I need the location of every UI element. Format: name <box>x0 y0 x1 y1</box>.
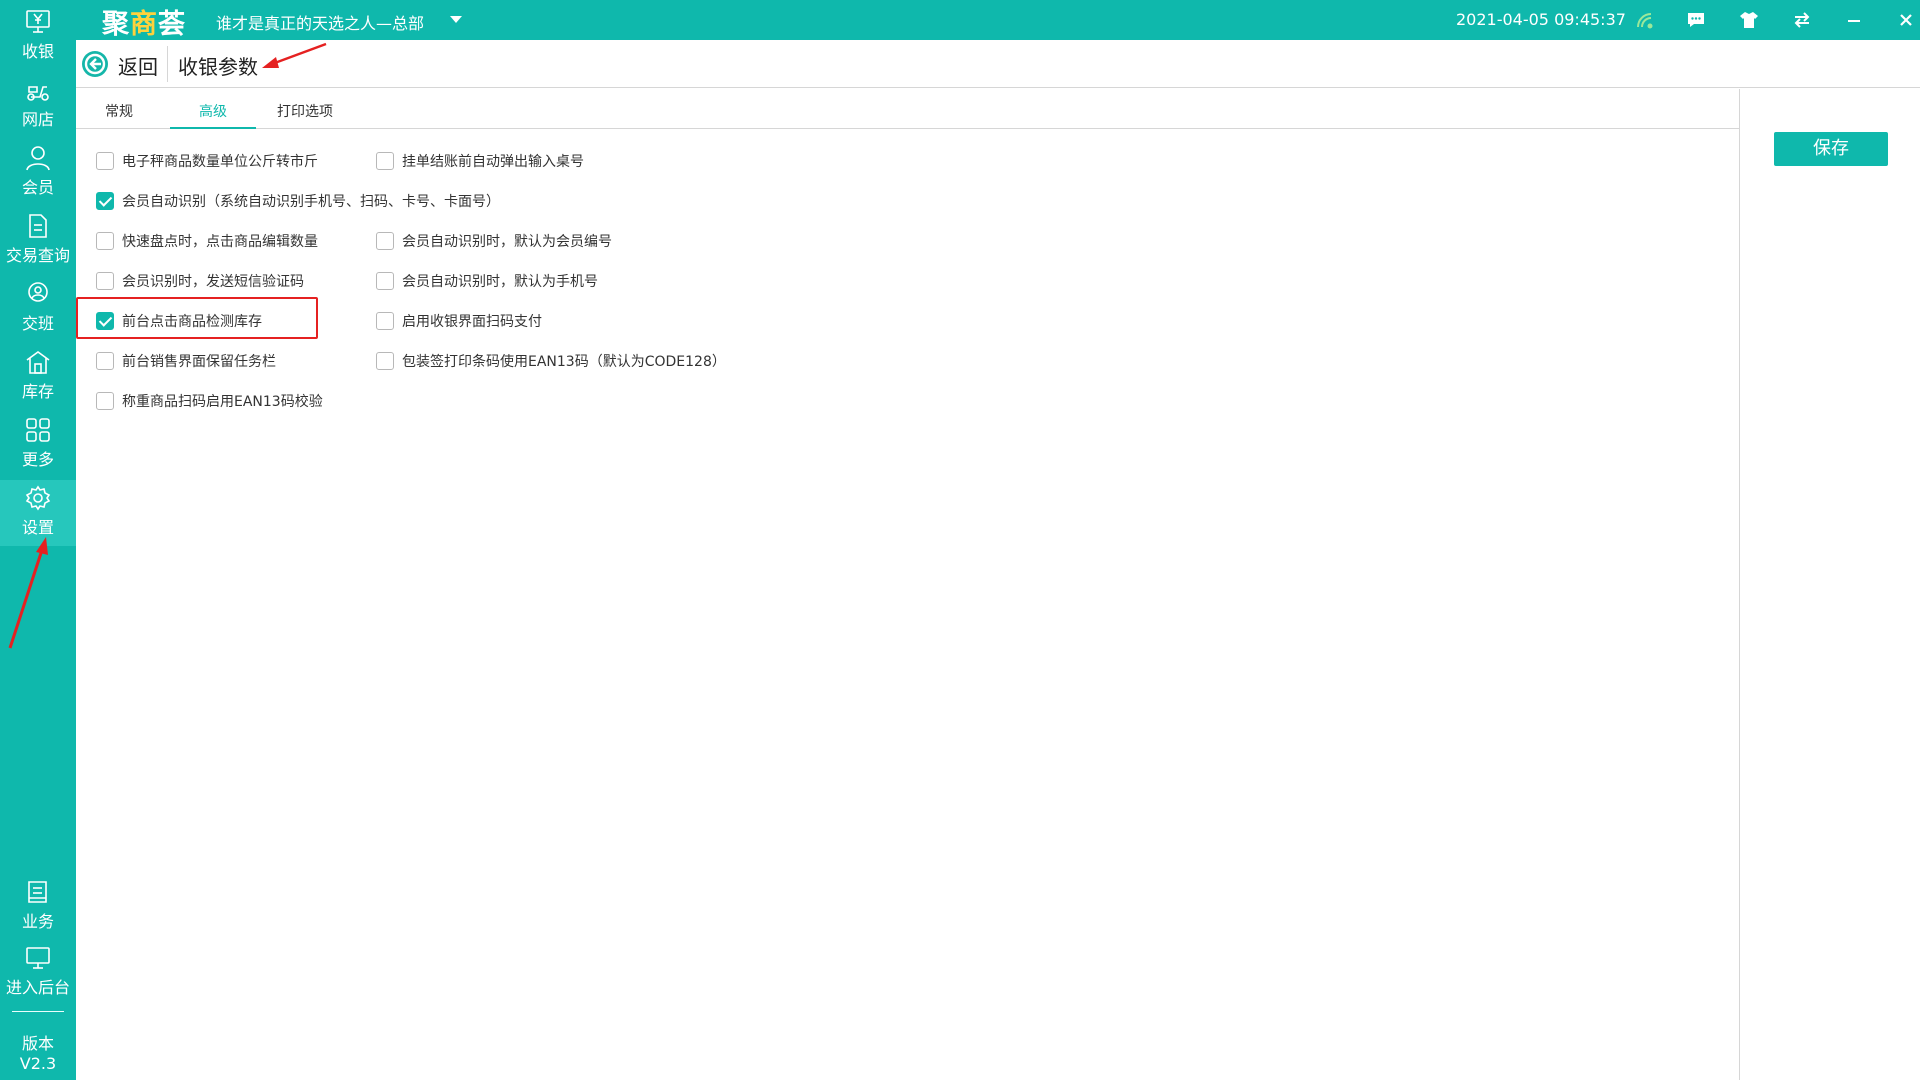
option-table-number[interactable]: 挂单结账前自动弹出输入桌号 <box>376 150 584 172</box>
sidebar-item-member[interactable]: 会员 <box>0 140 76 206</box>
option-label: 包装签打印条码使用EAN13码（默认为CODE128） <box>402 354 726 370</box>
warehouse-icon <box>26 351 50 374</box>
sidebar-item-backend[interactable]: 进入后台 <box>0 940 76 1006</box>
sidebar-item-label: 会员 <box>21 178 54 197</box>
option-scale-unit[interactable]: 电子秤商品数量单位公斤转市斤 <box>96 150 318 172</box>
option-package-ean13[interactable]: 包装签打印条码使用EAN13码（默认为CODE128） <box>376 350 726 372</box>
app-logo: 聚商荟 <box>102 9 186 40</box>
page-header: 返回 收银参数 <box>76 40 1920 88</box>
sidebar-divider <box>12 1011 64 1012</box>
checkbox[interactable] <box>376 312 394 330</box>
handover-icon <box>28 282 48 302</box>
switch-icon[interactable] <box>1790 8 1814 32</box>
wifi-icon <box>1632 8 1656 32</box>
checkbox[interactable] <box>96 152 114 170</box>
sidebar-item-business[interactable]: 业务 <box>0 874 76 940</box>
checkbox[interactable] <box>96 392 114 410</box>
message-icon[interactable] <box>1684 8 1708 32</box>
action-pane: 保存 <box>1739 89 1920 1080</box>
checkbox-checked[interactable] <box>96 192 114 210</box>
save-button[interactable]: 保存 <box>1774 132 1888 166</box>
grid-icon <box>26 418 50 442</box>
checkbox[interactable] <box>376 272 394 290</box>
sidebar-item-online-store[interactable]: 网店 <box>0 72 76 138</box>
sidebar-item-label: 更多 <box>21 450 54 469</box>
sidebar-item-handover[interactable]: 交班 <box>0 276 76 342</box>
sidebar-item-label: 库存 <box>21 382 54 401</box>
option-default-phone[interactable]: 会员自动识别时，默认为手机号 <box>376 270 598 292</box>
member-icon <box>26 146 50 171</box>
tab-advanced[interactable]: 高级 <box>170 101 256 129</box>
sidebar-item-more[interactable]: 更多 <box>0 412 76 478</box>
sidebar-item-cashier[interactable]: 收银 <box>0 4 76 70</box>
option-quick-stocktake[interactable]: 快速盘点时，点击商品编辑数量 <box>96 230 318 252</box>
option-label: 启用收银界面扫码支付 <box>402 314 542 330</box>
cashier-icon <box>26 10 50 33</box>
version-label: 版本 <box>21 1034 54 1053</box>
gear-icon <box>25 485 51 511</box>
option-scan-pay[interactable]: 启用收银界面扫码支付 <box>376 310 542 332</box>
minimize-icon[interactable] <box>1842 8 1866 32</box>
datetime-display: 2021-04-05 09:45:37 <box>1456 10 1626 29</box>
option-label: 会员自动识别时，默认为会员编号 <box>402 234 612 250</box>
store-selector[interactable]: 谁才是真正的天选之人—总部 <box>216 10 424 34</box>
option-default-member-no[interactable]: 会员自动识别时，默认为会员编号 <box>376 230 612 252</box>
close-icon[interactable] <box>1894 8 1918 32</box>
annotation-highlight-box <box>76 297 318 339</box>
sidebar-item-label: 交易查询 <box>5 246 70 265</box>
tab-print-options[interactable]: 打印选项 <box>262 101 348 129</box>
sidebar-item-label: 交班 <box>21 314 54 333</box>
checkbox[interactable] <box>96 232 114 250</box>
sidebar-item-settings[interactable]: 设置 <box>0 480 76 546</box>
document-icon <box>29 214 47 238</box>
checkbox[interactable] <box>96 352 114 370</box>
option-member-auto-detect[interactable]: 会员自动识别（系统自动识别手机号、扫码、卡号、卡面号） <box>96 190 500 212</box>
header-divider <box>167 46 168 82</box>
back-label[interactable]: 返回 <box>118 51 158 80</box>
option-label: 电子秤商品数量单位公斤转市斤 <box>122 154 318 170</box>
checkbox[interactable] <box>96 272 114 290</box>
version-info: 版本 V2.3 <box>0 1034 76 1074</box>
option-label: 快速盘点时，点击商品编辑数量 <box>122 234 318 250</box>
title-bar: 聚商荟 谁才是真正的天选之人—总部 2021-04-05 09:45:37 <box>76 0 1920 40</box>
tab-bar: 常规 高级 打印选项 <box>76 89 1740 129</box>
shirt-icon[interactable] <box>1737 8 1761 32</box>
sidebar-item-label: 业务 <box>21 912 54 931</box>
option-label: 挂单结账前自动弹出输入桌号 <box>402 154 584 170</box>
option-label: 会员自动识别（系统自动识别手机号、扫码、卡号、卡面号） <box>122 194 500 210</box>
chevron-down-icon[interactable] <box>450 16 462 23</box>
checkbox[interactable] <box>376 352 394 370</box>
checkbox[interactable] <box>376 152 394 170</box>
sidebar-item-inventory[interactable]: 库存 <box>0 344 76 410</box>
sidebar-item-label: 网店 <box>21 110 54 129</box>
option-label: 称重商品扫码启用EAN13码校验 <box>122 394 323 410</box>
option-label: 会员自动识别时，默认为手机号 <box>402 274 598 290</box>
back-arrow-icon[interactable] <box>82 51 108 77</box>
sidebar-item-label: 收银 <box>21 42 54 61</box>
option-keep-taskbar[interactable]: 前台销售界面保留任务栏 <box>96 350 276 372</box>
option-sms-verify[interactable]: 会员识别时，发送短信验证码 <box>96 270 304 292</box>
monitor-icon <box>26 947 50 969</box>
sidebar: 收银 网店 会员 交易查询 交班 库存 更多 设置 业务 进入后台 版本 V2.… <box>0 0 76 1080</box>
option-ean13-weigh[interactable]: 称重商品扫码启用EAN13码校验 <box>96 390 323 412</box>
sidebar-item-label: 进入后台 <box>5 978 70 997</box>
checkbox[interactable] <box>376 232 394 250</box>
sidebar-item-label: 设置 <box>21 518 54 537</box>
option-label: 会员识别时，发送短信验证码 <box>122 274 304 290</box>
option-label: 前台销售界面保留任务栏 <box>122 354 276 370</box>
tab-general[interactable]: 常规 <box>76 101 162 129</box>
book-icon <box>28 881 47 903</box>
sidebar-item-transactions[interactable]: 交易查询 <box>0 208 76 274</box>
scooter-icon <box>27 86 49 101</box>
version-number: V2.3 <box>19 1054 57 1073</box>
page-title: 收银参数 <box>178 55 258 79</box>
